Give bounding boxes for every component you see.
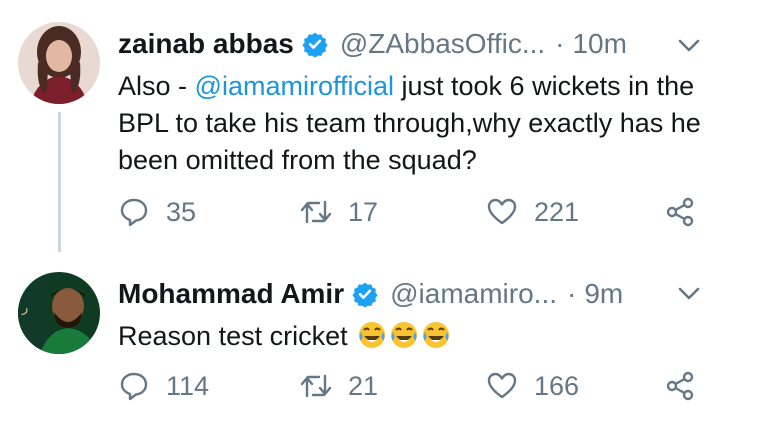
tweet-text-part: Also - xyxy=(118,71,195,101)
reply-button[interactable]: 35 xyxy=(118,196,196,228)
user-handle[interactable]: @ZAbbasOffic... xyxy=(340,28,545,60)
tweet-actions: 35 17 221 xyxy=(0,196,759,236)
reply-icon xyxy=(120,372,148,401)
display-name[interactable]: zainab abbas xyxy=(118,28,294,60)
verified-badge-icon xyxy=(302,31,328,58)
svg-text:ر: ر xyxy=(21,301,28,316)
heart-icon xyxy=(487,372,517,399)
separator-dot: · xyxy=(555,28,565,59)
face-with-tears-of-joy-icon xyxy=(389,320,419,350)
separator-dot: · xyxy=(567,278,577,309)
like-count: 221 xyxy=(534,196,580,227)
verified-badge-icon xyxy=(352,281,378,308)
retweet-count: 21 xyxy=(348,370,379,401)
tweet[interactable]: zainab abbas @ZAbbasOffic... · 10m Also … xyxy=(0,0,759,262)
reply-count: 114 xyxy=(166,370,210,401)
share-icon xyxy=(666,197,694,227)
avatar-mohammad-amir[interactable]: ر xyxy=(18,272,100,354)
retweet-count: 17 xyxy=(348,196,379,227)
share-icon xyxy=(666,371,694,401)
share-button[interactable] xyxy=(664,370,696,402)
retweet-icon xyxy=(300,374,332,398)
retweet-icon xyxy=(300,200,332,224)
chevron-down-icon[interactable] xyxy=(677,286,701,302)
reply-count: 35 xyxy=(166,196,197,227)
tweet-actions: 114 21 166 xyxy=(0,370,759,410)
tweet-header: Mohammad Amir @iamamiro... · 9m xyxy=(118,276,623,312)
timestamp[interactable]: 10m xyxy=(572,28,626,60)
reply-icon xyxy=(120,198,148,227)
chevron-down-icon[interactable] xyxy=(677,38,701,54)
like-button[interactable]: 166 xyxy=(486,370,579,402)
reply-button[interactable]: 114 xyxy=(118,370,209,402)
user-handle[interactable]: @iamamiro... xyxy=(390,278,557,310)
tweet-header: zainab abbas @ZAbbasOffic... · 10m xyxy=(118,26,627,62)
avatar-zainab[interactable] xyxy=(18,22,100,104)
retweet-button[interactable]: 21 xyxy=(300,370,378,402)
tweet-text: Also - @iamamirofficial just took 6 wick… xyxy=(118,68,718,179)
retweet-button[interactable]: 17 xyxy=(300,196,378,228)
tweet-text: Reason test cricket xyxy=(118,318,718,355)
like-count: 166 xyxy=(534,370,580,401)
tweet-text-part: Reason test cricket xyxy=(118,321,348,351)
like-button[interactable]: 221 xyxy=(486,196,579,228)
mention-link[interactable]: @iamamirofficial xyxy=(195,71,394,101)
timestamp[interactable]: 9m xyxy=(584,278,623,310)
face-with-tears-of-joy-icon xyxy=(421,320,451,350)
share-button[interactable] xyxy=(664,196,696,228)
face-with-tears-of-joy-icon xyxy=(357,320,387,350)
display-name[interactable]: Mohammad Amir xyxy=(118,278,344,310)
heart-icon xyxy=(487,198,517,225)
